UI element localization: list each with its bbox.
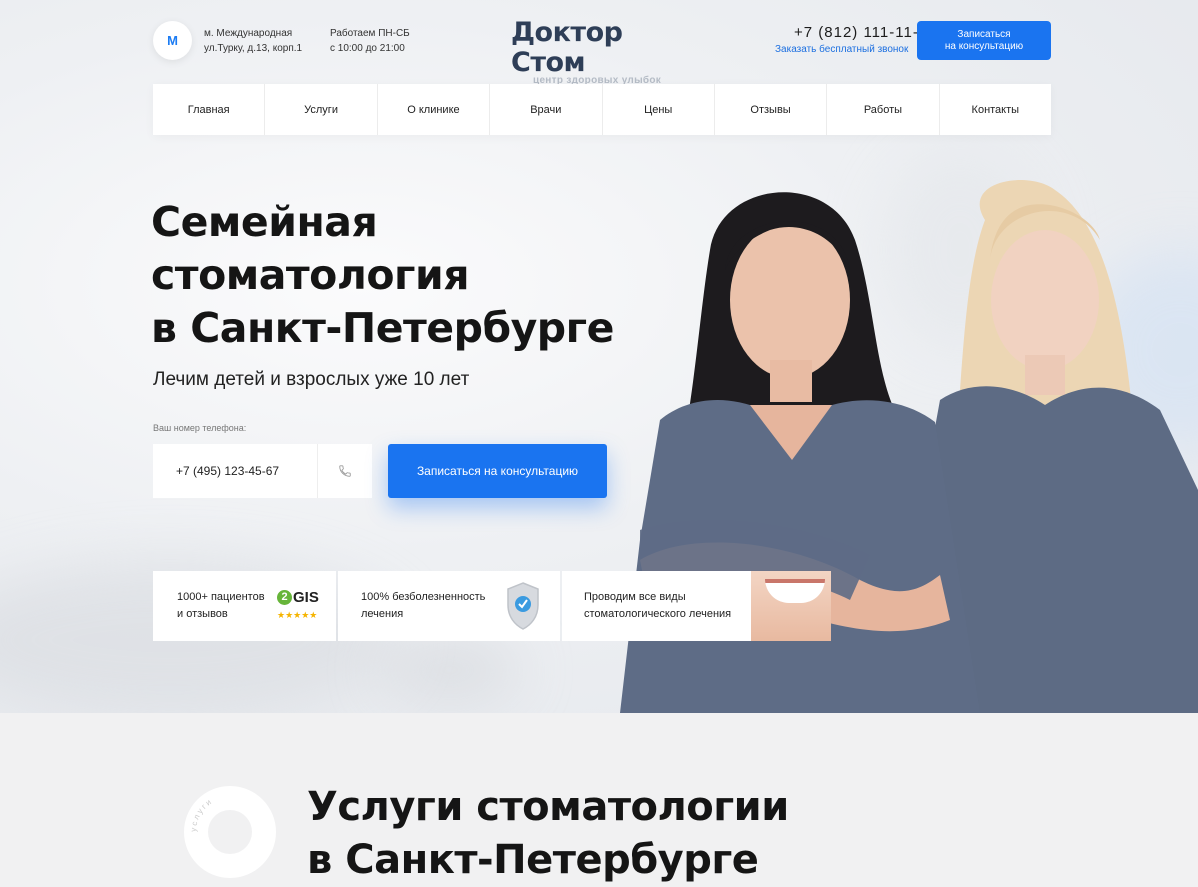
nav-item-works[interactable]: Работы (827, 84, 940, 135)
consultation-button[interactable]: Записаться на консультацию (388, 444, 607, 498)
logo[interactable]: Доктор Стом центр здоровых улыбок (511, 17, 701, 87)
services-title-line1: Услуги стоматологии (307, 784, 789, 830)
metro-icon: М (153, 21, 192, 60)
feature-painless-line2: лечения (361, 608, 404, 620)
hero-title-line1: Семейная (151, 198, 378, 246)
services-title-line2: в Санкт-Петербурге (307, 837, 759, 883)
nav-item-contacts[interactable]: Контакты (940, 84, 1051, 135)
nav-item-home[interactable]: Главная (153, 84, 266, 135)
main-nav: Главная Услуги О клинике Врачи Цены Отзы… (153, 84, 1051, 135)
hero-title-line3: в Санкт-Петербурге (151, 304, 614, 352)
header-phone[interactable]: +7 (812) 111-11-11 (794, 24, 936, 41)
hero-title: Семейная стоматология в Санкт-Петербурге (151, 196, 631, 355)
working-hours: Работаем ПН-СБ с 10:00 до 21:00 (330, 26, 410, 56)
feature-all-treatment: Проводим все виды стоматологического леч… (562, 571, 831, 641)
header-cta-line2: на консультацию (944, 40, 1024, 52)
rating-stars: ★★★★★ (277, 610, 318, 620)
hero-subtitle: Лечим детей и взрослых уже 10 лет (153, 369, 470, 390)
callback-link[interactable]: Заказать бесплатный звонок (775, 44, 908, 55)
address-line2: ул.Турку, д.13, корп.1 (204, 43, 303, 54)
phone-field (153, 444, 372, 498)
header-cta-line1: Записаться (957, 28, 1011, 40)
hero-title-line2: стоматология (151, 251, 470, 299)
hours-line2: с 10:00 до 21:00 (330, 43, 405, 54)
hero-section: М м. Международная ул.Турку, д.13, корп.… (0, 0, 1198, 713)
phone-icon (317, 444, 372, 498)
smile-image (751, 571, 831, 641)
feature-reviews-line1: 1000+ пациентов (177, 591, 265, 603)
services-circle-badge: услуги (184, 786, 276, 878)
feature-reviews-line2: и отзывов (177, 608, 228, 620)
feature-painless: 100% безболезненность лечения (338, 571, 560, 641)
phone-input[interactable] (153, 444, 317, 498)
logo-title: Доктор Стом (511, 17, 623, 78)
feature-treatment-line2: стоматологического лечения (584, 608, 732, 620)
nav-item-doctors[interactable]: Врачи (490, 84, 603, 135)
2gis-badge: 2 GIS ★★★★★ (277, 589, 327, 624)
nav-item-services[interactable]: Услуги (265, 84, 378, 135)
feature-reviews: 1000+ пациентов и отзывов 2 GIS ★★★★★ (153, 571, 336, 641)
2gis-logo-icon: 2 GIS (277, 589, 327, 606)
nav-item-about[interactable]: О клинике (378, 84, 491, 135)
feature-treatment-line1: Проводим все виды (584, 591, 686, 603)
address-line1: м. Международная (204, 28, 293, 39)
shield-icon (507, 582, 539, 630)
feature-painless-line1: 100% безболезненность (361, 591, 486, 603)
metro-letter: М (167, 33, 178, 48)
nav-item-reviews[interactable]: Отзывы (715, 84, 828, 135)
services-title: Услуги стоматологии в Санкт-Петербурге (307, 781, 789, 887)
address: м. Международная ул.Турку, д.13, корп.1 (204, 26, 302, 56)
phone-label: Ваш номер телефона: (153, 423, 247, 433)
header-consultation-button[interactable]: Записаться на консультацию (917, 21, 1051, 60)
hours-line1: Работаем ПН-СБ (330, 28, 410, 39)
nav-item-prices[interactable]: Цены (603, 84, 715, 135)
